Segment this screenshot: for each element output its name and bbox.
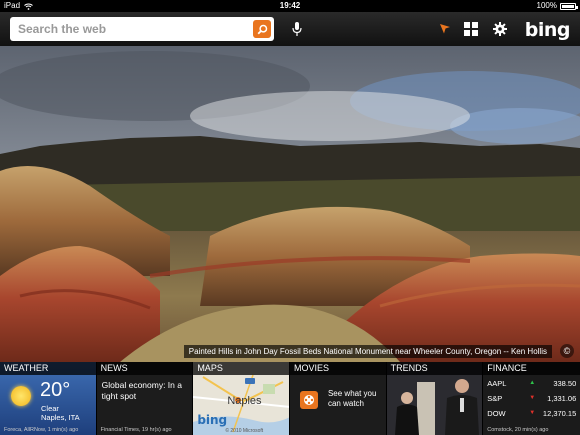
stock-symbol: AAPL [487, 379, 507, 388]
weather-tile-title: WEATHER [0, 362, 96, 375]
image-caption[interactable]: Painted Hills in John Day Fossil Beds Na… [183, 345, 552, 358]
status-right: 100% [536, 0, 578, 12]
landscape-illustration [0, 46, 580, 362]
copyright-button[interactable]: © [560, 344, 574, 358]
hero-image: Painted Hills in John Day Fossil Beds Na… [0, 46, 580, 362]
film-reel-icon [299, 391, 318, 409]
trends-tile[interactable]: TRENDS [386, 362, 484, 435]
search-input[interactable] [10, 17, 246, 41]
status-time: 19:42 [279, 1, 301, 10]
microphone-icon [292, 22, 302, 36]
news-headline: Global economy: In a tight spot [101, 380, 182, 401]
weather-details: Clear Naples, ITA [41, 404, 80, 422]
news-tile[interactable]: NEWS Global economy: In a tight spot Fin… [96, 362, 194, 435]
weather-source: Foreca, AllRNow, 1 min(s) ago [4, 427, 79, 433]
maps-tile-title: MAPS [193, 362, 289, 375]
movies-tile[interactable]: MOVIES See what you can watch [289, 362, 387, 435]
movies-tile-title: MOVIES [289, 362, 386, 375]
down-arrow-icon: ▼ [529, 410, 536, 416]
weather-condition: Clear [41, 404, 59, 413]
stock-value: 338.50 [553, 379, 577, 388]
down-arrow-icon: ▼ [529, 395, 536, 401]
apps-grid-icon [464, 22, 478, 36]
finance-tile[interactable]: FINANCE AAPL ▲ 338.50 S&P ▼ 1,331.06 DOW… [483, 362, 580, 435]
battery-percent: 100% [536, 1, 557, 10]
stock-value: 1,331.06 [547, 394, 577, 403]
news-source: Financial Times, 19 hr(s) ago [100, 427, 172, 433]
battery-icon [560, 2, 578, 10]
bing-toolbar: bing [0, 12, 580, 46]
weather-location: Naples, ITA [41, 413, 80, 422]
search-button[interactable] [253, 20, 271, 38]
up-arrow-icon: ▲ [529, 380, 536, 386]
settings-button[interactable] [491, 20, 509, 38]
movies-text: See what you can watch [327, 389, 377, 408]
finance-row: AAPL ▲ 338.50 [487, 378, 576, 389]
gear-icon [493, 22, 507, 36]
tile-strip: WEATHER 20° Clear Naples, ITA Foreca, Al… [0, 362, 580, 435]
finance-tile-title: FINANCE [483, 362, 580, 375]
finance-row: DOW ▼ 12,370.15 [487, 408, 576, 419]
stock-value: 12,370.15 [542, 409, 577, 418]
voice-search-button[interactable] [288, 20, 306, 38]
maps-tile[interactable]: MAPS Naples bing © 2010 Microsoft [193, 362, 290, 435]
news-tile-title: NEWS [96, 362, 193, 375]
map-city-label: Naples [227, 395, 262, 407]
map-copyright: © 2010 Microsoft [225, 428, 264, 434]
location-arrow-icon [440, 24, 450, 34]
status-bar: iPad 19:42 100% [0, 0, 580, 12]
finance-row: S&P ▼ 1,331.06 [487, 393, 576, 404]
apps-grid-button[interactable] [462, 20, 480, 38]
bing-logo[interactable]: bing [525, 19, 571, 41]
stock-symbol: S&P [487, 394, 503, 403]
sun-icon [11, 386, 31, 406]
search-box [10, 17, 274, 41]
trends-tile-title: TRENDS [386, 362, 483, 375]
search-icon [257, 24, 267, 34]
weather-temperature: 20° [40, 379, 71, 401]
finance-source: Comstock, 20 min(s) ago [487, 427, 549, 433]
location-button[interactable] [436, 20, 454, 38]
map-bing-logo: bing [197, 413, 228, 427]
weather-tile[interactable]: WEATHER 20° Clear Naples, ITA Foreca, Al… [0, 362, 97, 435]
stock-symbol: DOW [487, 409, 506, 418]
